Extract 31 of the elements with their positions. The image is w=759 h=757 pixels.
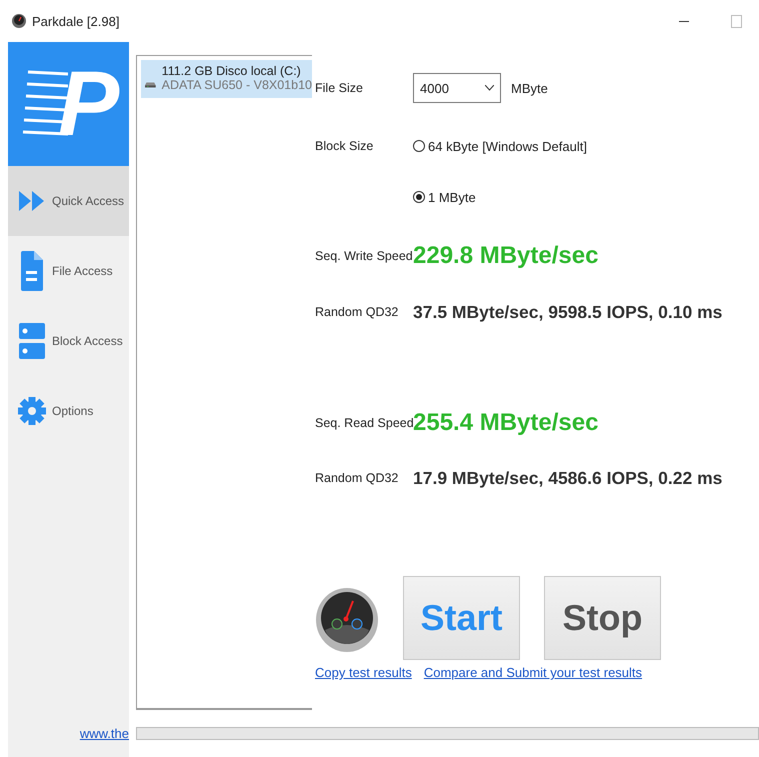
gauge-icon [12, 14, 26, 28]
stop-button[interactable]: Stop [544, 576, 661, 660]
sidebar-item[interactable]: Block Access [8, 306, 129, 376]
server-icon [19, 323, 45, 359]
field-label: File Size [315, 81, 364, 95]
window-title: Parkdale [2.98] [32, 14, 120, 28]
sidebar-item[interactable]: Options [8, 376, 129, 446]
result-value: 37.5 MByte/sec, 9598.5 IOPS, 0.10 ms [413, 302, 724, 322]
text-link[interactable]: Compare and Submit your test results [424, 665, 642, 680]
result-label: Seq. Read Speed [315, 416, 413, 430]
website-link[interactable]: www.the [8, 726, 129, 741]
result-value: 17.9 MByte/sec, 4586.6 IOPS, 0.22 ms [413, 468, 724, 488]
result-label: Seq. Write Speed [315, 249, 413, 263]
drive-item[interactable]: 111.2 GB Disco local (C:) ADATA SU650 - V8X01b10 [141, 60, 312, 98]
result-label: Random QD32 [315, 471, 400, 485]
text-link[interactable]: Copy test results [315, 665, 412, 680]
unit-label: MByte [511, 80, 548, 96]
sidebar-item[interactable]: Quick Access [8, 166, 129, 236]
field-label: Block Size [315, 139, 374, 153]
fast-forward-icon [19, 191, 45, 211]
radio-option[interactable]: 64 kByte [Windows Default] [413, 138, 759, 154]
file-size-dropdown[interactable]: 4000 [413, 73, 501, 103]
result-value: 255.4 MByte/sec [413, 409, 600, 437]
radio-option[interactable]: 1 MByte [413, 190, 759, 204]
chevron-down-icon [485, 85, 494, 91]
gear-icon [18, 397, 46, 425]
sidebar-item[interactable]: File Access [8, 236, 129, 306]
document-icon [21, 251, 43, 291]
app-logo: P [8, 42, 129, 166]
result-label: Random QD32 [315, 305, 400, 319]
result-value: 229.8 MByte/sec [413, 242, 600, 270]
